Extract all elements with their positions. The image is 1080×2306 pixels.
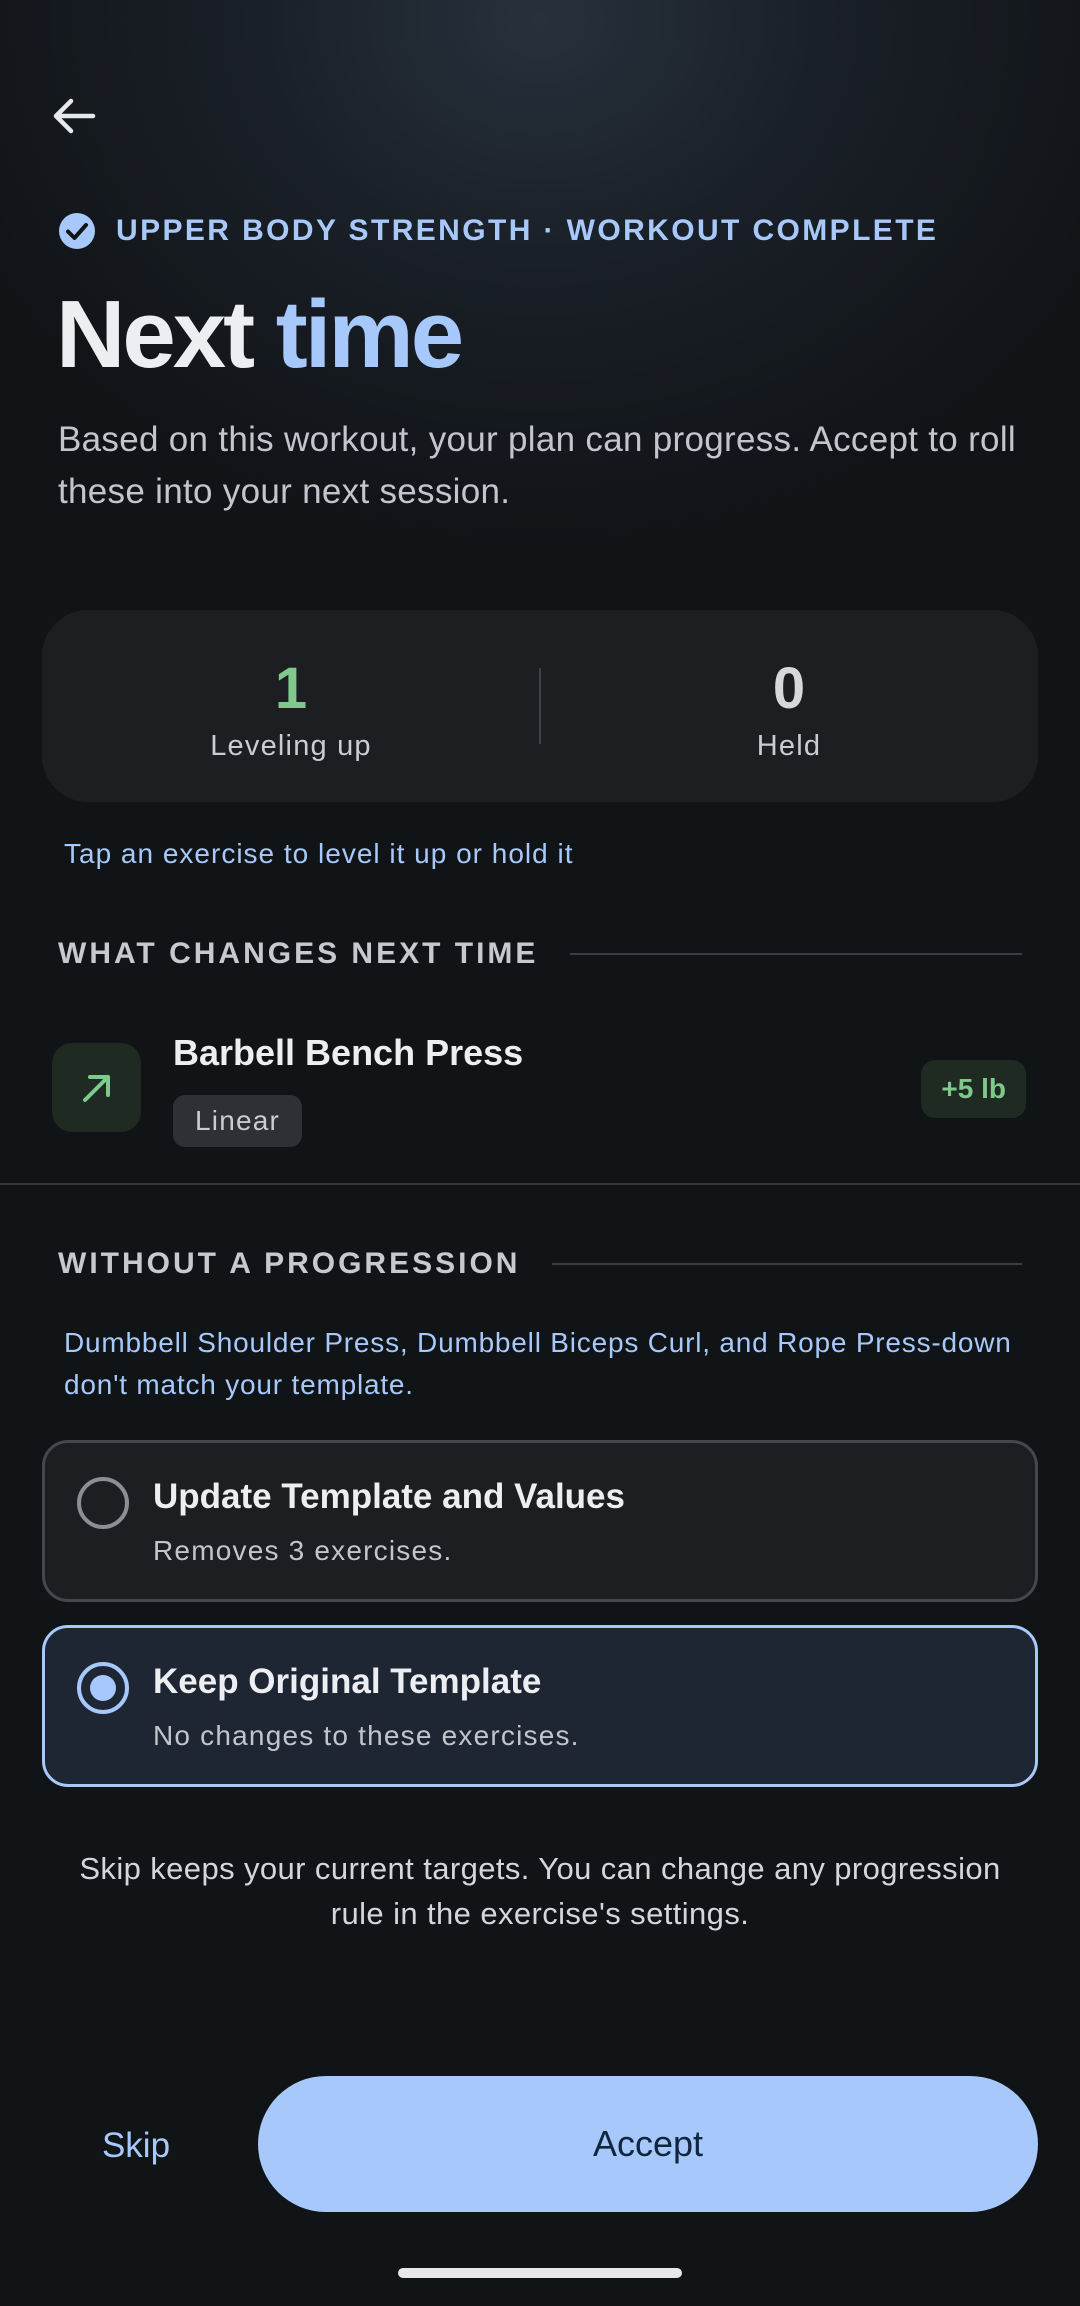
option-subtitle: No changes to these exercises. xyxy=(153,1720,580,1751)
bottom-action-bar: Skip Accept xyxy=(0,2042,1080,2306)
option-subtitle: Removes 3 exercises. xyxy=(153,1535,453,1566)
section-header-without: WITHOUT A PROGRESSION xyxy=(58,1247,1022,1281)
progression-badge: +5 lb xyxy=(921,1060,1026,1118)
option-title: Keep Original Template xyxy=(153,1662,542,1701)
stat-held: 0 Held xyxy=(540,610,1038,802)
stats-card: 1 Leveling up 0 Held xyxy=(42,610,1038,802)
home-indicator[interactable] xyxy=(398,2268,682,2278)
option-update-template[interactable]: Update Template and Values Removes 3 exe… xyxy=(42,1440,1038,1602)
hint-text: Tap an exercise to level it up or hold i… xyxy=(64,838,574,869)
arrow-left-icon xyxy=(53,98,96,134)
progression-icon-box xyxy=(52,1043,141,1132)
option-keep-original[interactable]: Keep Original Template No changes to the… xyxy=(42,1625,1038,1787)
workout-status: UPPER BODY STRENGTH · WORKOUT COMPLETE xyxy=(58,212,938,250)
page-subtitle: Based on this workout, your plan can pro… xyxy=(58,420,1016,511)
workout-status-text: UPPER BODY STRENGTH · WORKOUT COMPLETE xyxy=(116,214,939,247)
section-header-changes: WHAT CHANGES NEXT TIME xyxy=(58,937,1022,971)
radio-button-selected[interactable] xyxy=(77,1662,129,1714)
skip-button[interactable]: Skip xyxy=(70,2108,202,2184)
stat-value: 1 xyxy=(274,656,308,721)
exercise-row[interactable]: Barbell Bench Press Linear +5 lb xyxy=(0,1010,1080,1185)
divider xyxy=(0,1183,1080,1185)
radio-dot xyxy=(90,1675,116,1701)
stat-leveling-up: 1 Leveling up xyxy=(42,610,540,802)
page-title: Next time xyxy=(56,281,464,388)
option-title: Update Template and Values xyxy=(153,1477,625,1516)
mismatch-note: Dumbbell Shoulder Press, Dumbbell Biceps… xyxy=(64,1327,1012,1400)
accept-button[interactable]: Accept xyxy=(258,2076,1038,2212)
workout-complete-screen: UPPER BODY STRENGTH · WORKOUT COMPLETE N… xyxy=(0,0,1080,2306)
arrow-up-right-icon xyxy=(82,1074,110,1102)
radio-button[interactable] xyxy=(77,1477,129,1529)
back-button[interactable] xyxy=(38,80,110,152)
stat-value: 0 xyxy=(772,656,806,721)
exercise-name: Barbell Bench Press xyxy=(173,1032,524,1073)
check-circle-icon xyxy=(59,213,95,249)
footer-note: Skip keeps your current targets. You can… xyxy=(79,1851,1001,1931)
progression-type-tag: Linear xyxy=(173,1095,303,1147)
stat-label: Held xyxy=(756,730,822,762)
stat-label: Leveling up xyxy=(210,730,372,762)
